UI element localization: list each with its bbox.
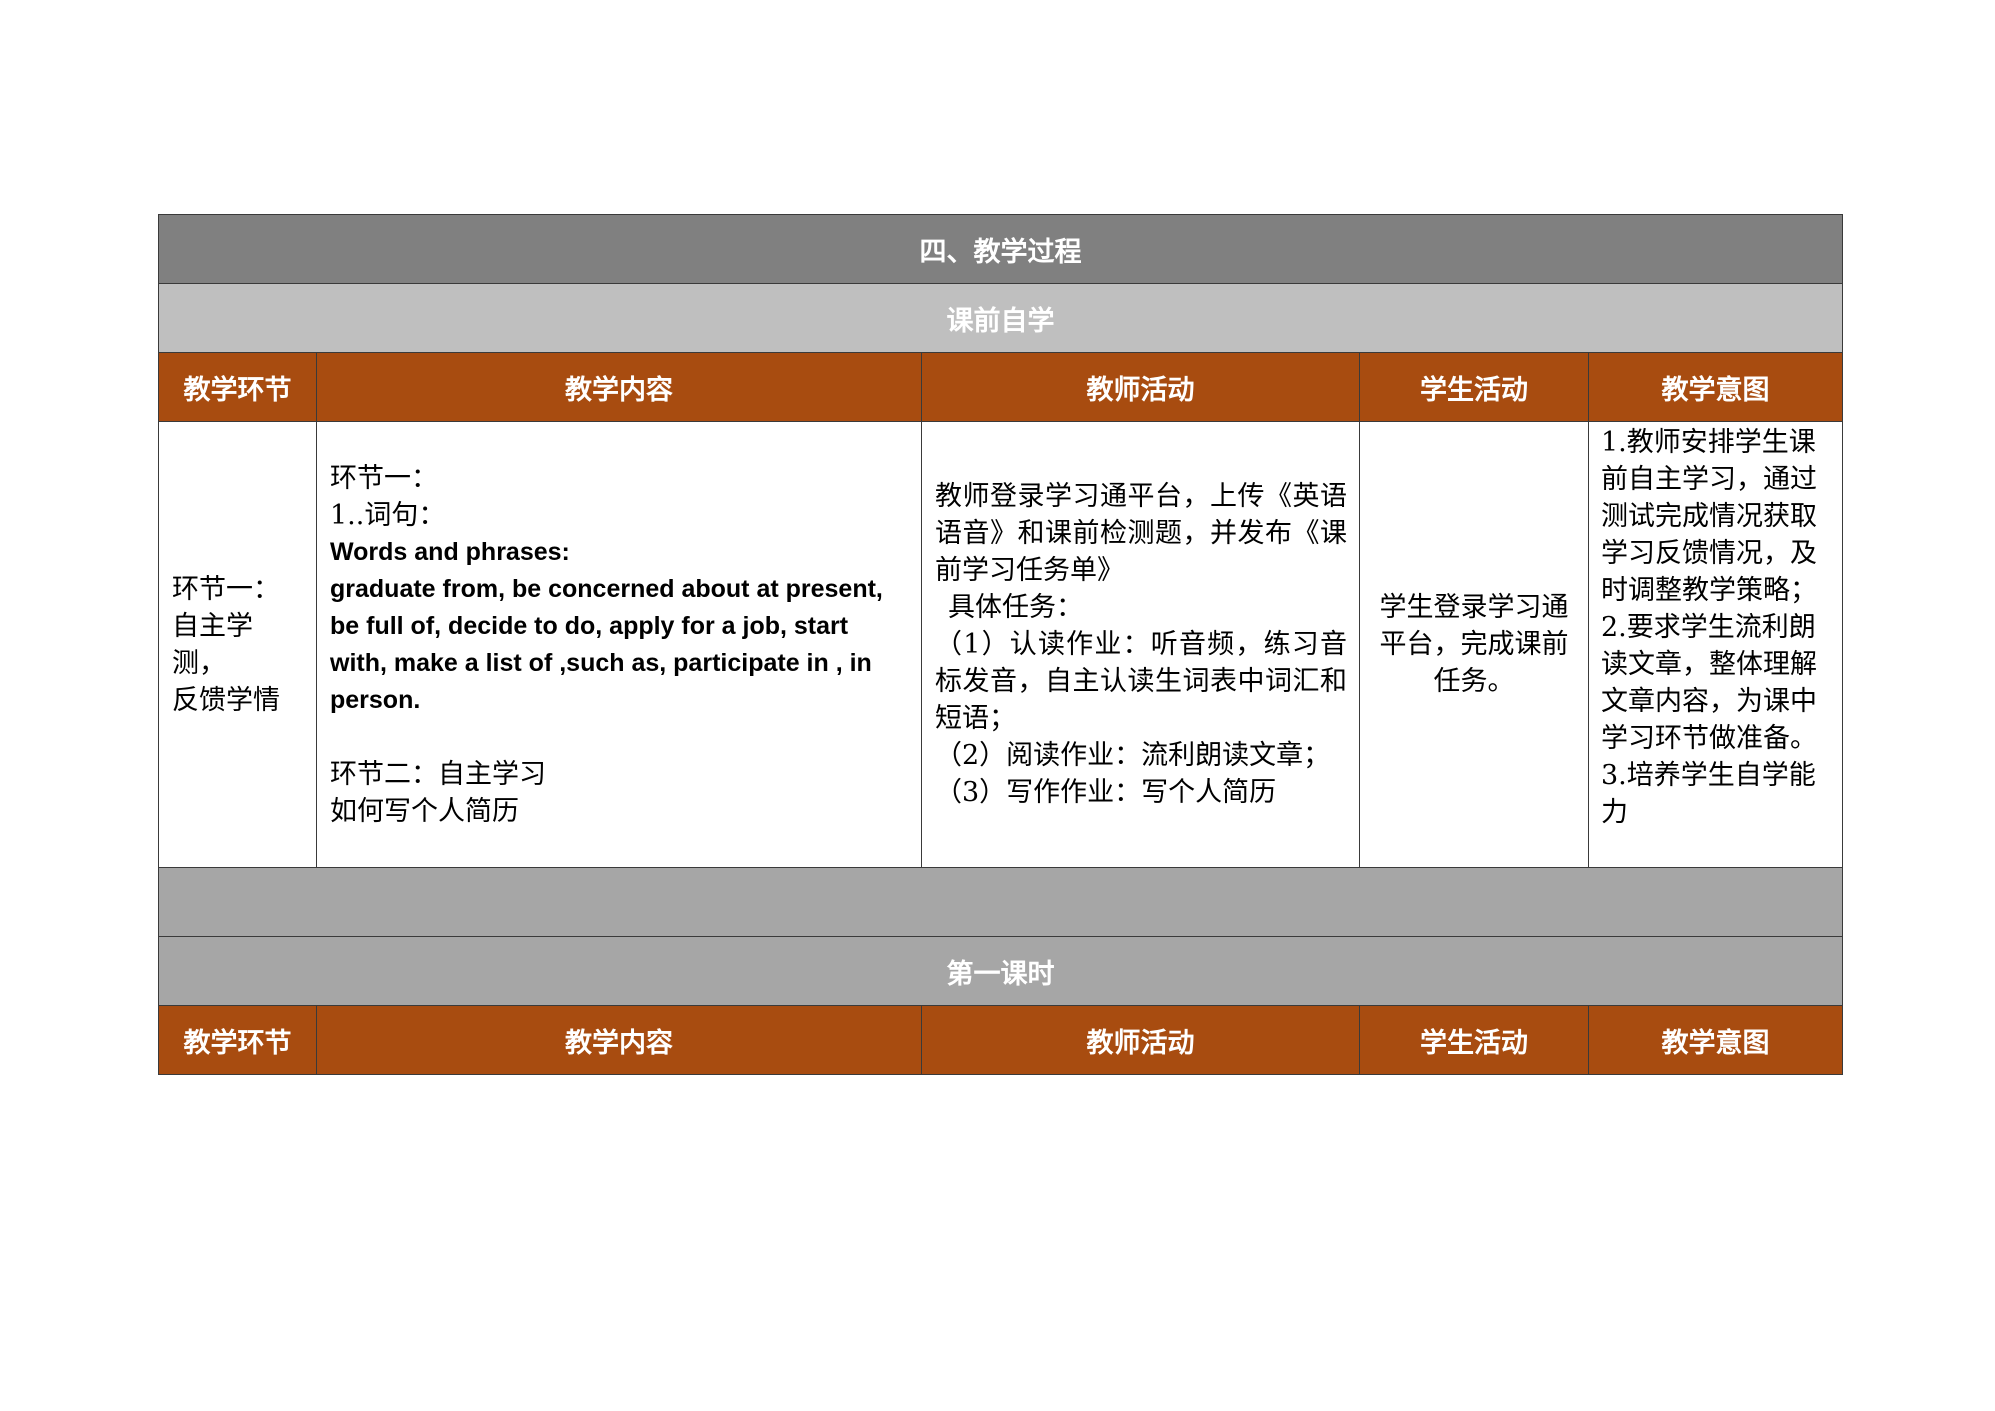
words-text: graduate from, be concerned about at pre…: [330, 574, 883, 714]
content-part1-label: 环节一：: [330, 462, 438, 494]
column-header-intent: 教学意图: [1587, 352, 1844, 422]
pre-class-row: 环节一： 自主学测， 反馈学情 环节一： 1..词句： Words and ph…: [158, 421, 1844, 868]
stage-line: 反馈学情: [172, 684, 280, 716]
intent-cell: 1.教师安排学生课前自主学习，通过测试完成情况获取学习反馈情况，及时调整教学策略…: [1587, 421, 1844, 868]
teacher-line: 教师登录学习通平台，上传《英语语音》和课前检测题，并发布《课前学习任务单》: [935, 481, 1347, 586]
content-part2-item: 如何写个人简历: [330, 795, 519, 827]
teacher-line: 具体任务：: [948, 592, 1083, 623]
teaching-process-table: 四、教学过程 课前自学 教学环节 教学内容 教师活动 学生活动 教学意图 环节一…: [157, 214, 1844, 1075]
teacher-line: （2）阅读作业：流利朗读文章；: [935, 740, 1331, 771]
stage-line: 自主学测，: [172, 610, 253, 679]
column-header-content: 教学内容: [316, 352, 922, 422]
words-heading: Words and phrases:: [330, 537, 570, 566]
teacher-line: （3）写作作业：写个人简历: [935, 777, 1277, 808]
stage-line: 环节一：: [172, 573, 280, 605]
content-part2-label: 环节二：自主学习: [330, 758, 546, 790]
content-cell: 环节一： 1..词句： Words and phrases: graduate …: [316, 421, 922, 868]
intent-line: 3.培养学生自学能力: [1601, 760, 1816, 828]
student-cell: 学生登录学习通平台，完成课前任务。: [1359, 421, 1589, 868]
content-part1-item: 1..词句：: [330, 499, 446, 531]
blank-section-row: [157, 867, 1844, 937]
column-header-row: 教学环节 教学内容 教师活动 学生活动 教学意图: [158, 352, 1844, 422]
intent-line: 2.要求学生流利朗读文章，整体理解文章内容，为课中学习环节做准备。: [1601, 612, 1817, 754]
student-text: 学生登录学习通平台，完成课前任务。: [1379, 592, 1569, 697]
column-header-stage: 教学环节: [158, 352, 317, 422]
intent-line: 1.教师安排学生课前自主学习，通过测试完成情况获取学习反馈情况，及时调整教学策略…: [1601, 427, 1817, 606]
first-lesson-title: 第一课时: [157, 936, 1844, 1006]
stage-cell: 环节一： 自主学测， 反馈学情: [158, 421, 317, 868]
column-header-intent: 教学意图: [1587, 1005, 1844, 1075]
column-header-student: 学生活动: [1359, 352, 1589, 422]
teacher-cell: 教师登录学习通平台，上传《英语语音》和课前检测题，并发布《课前学习任务单》 具体…: [921, 421, 1360, 868]
column-header-student: 学生活动: [1359, 1005, 1589, 1075]
column-header-teacher: 教师活动: [921, 352, 1360, 422]
column-header-teacher: 教师活动: [921, 1005, 1360, 1075]
column-header-content: 教学内容: [316, 1005, 922, 1075]
teacher-line: （1）认读作业：听音频，练习音标发音，自主认读生词表中词汇和短语；: [935, 629, 1347, 734]
process-title: 四、教学过程: [157, 214, 1844, 284]
column-header-stage: 教学环节: [158, 1005, 317, 1075]
column-header-row-2: 教学环节 教学内容 教师活动 学生活动 教学意图: [158, 1005, 1844, 1075]
pre-class-title: 课前自学: [157, 283, 1844, 353]
